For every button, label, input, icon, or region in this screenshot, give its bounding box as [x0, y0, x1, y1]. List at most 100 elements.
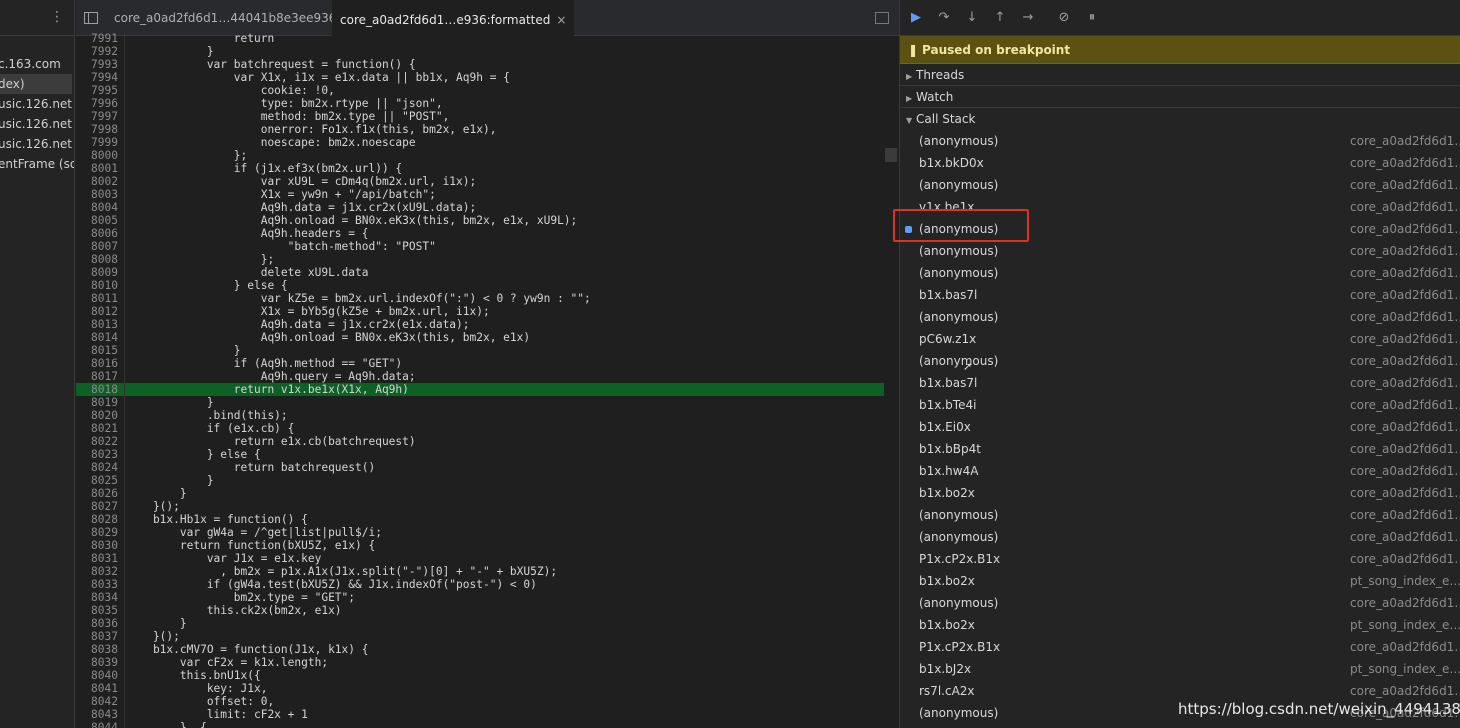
- code-line[interactable]: 8007 "batch-method": "POST": [76, 240, 884, 253]
- call-frame[interactable]: P1x.cP2x.B1x core_a0ad2fd6d1…1: [900, 548, 1460, 570]
- call-frame[interactable]: (anonymous) core_a0ad2fd6d1…0: [900, 526, 1460, 548]
- code-line[interactable]: 8015 }: [76, 344, 884, 357]
- code-line[interactable]: 8036 }: [76, 617, 884, 630]
- frame-location[interactable]: pt_song_index_e…8: [1350, 614, 1460, 636]
- code-line[interactable]: 7998 onerror: Fo1x.f1x(this, bm2x, e1x),: [76, 123, 884, 136]
- code-line[interactable]: 7995 cookie: !0,: [76, 84, 884, 97]
- line-number[interactable]: 8043: [76, 708, 122, 721]
- code-line[interactable]: 8026 }: [76, 487, 884, 500]
- code-line[interactable]: 8006 Aq9h.headers = {: [76, 227, 884, 240]
- close-tab-icon[interactable]: ×: [556, 13, 566, 27]
- code-line[interactable]: 8000 };: [76, 149, 884, 162]
- line-number[interactable]: 8027: [76, 500, 122, 513]
- line-number[interactable]: 8020: [76, 409, 122, 422]
- pause-on-exceptions-icon[interactable]: ⏸: [1084, 10, 1100, 26]
- line-number[interactable]: 8023: [76, 448, 122, 461]
- line-number[interactable]: 8018: [76, 383, 122, 396]
- line-number[interactable]: 8030: [76, 539, 122, 552]
- code-line[interactable]: 8040 this.bnU1x({: [76, 669, 884, 682]
- line-number[interactable]: 8024: [76, 461, 122, 474]
- line-number[interactable]: 8022: [76, 435, 122, 448]
- tab-core-minified[interactable]: core_a0ad2fd6d1…44041b8e3ee936: [106, 0, 344, 36]
- line-number[interactable]: 8006: [76, 227, 122, 240]
- line-number[interactable]: 8012: [76, 305, 122, 318]
- line-number[interactable]: 8013: [76, 318, 122, 331]
- code-line[interactable]: 8025 }: [76, 474, 884, 487]
- code-line[interactable]: 8044 }, {: [76, 721, 884, 728]
- call-frame[interactable]: rs7l.cA2x core_a0ad2fd6d1…1: [900, 680, 1460, 702]
- line-number[interactable]: 8010: [76, 279, 122, 292]
- frame-location[interactable]: core_a0ad2fd6d1…1: [1350, 548, 1460, 570]
- code-line[interactable]: 7991 return: [76, 32, 884, 45]
- line-number[interactable]: 7993: [76, 58, 122, 71]
- call-frame[interactable]: (anonymous) core_a0ad2fd6d1…4: [900, 174, 1460, 196]
- call-frame[interactable]: b1x.bBp4t core_a0ad2fd6d1…1: [900, 438, 1460, 460]
- call-frame[interactable]: b1x.bo2x pt_song_index_e…8: [900, 570, 1460, 592]
- deactivate-breakpoints-icon[interactable]: ⊘: [1056, 10, 1072, 26]
- frame-location[interactable]: core_a0ad2fd6d1…4: [1350, 218, 1460, 240]
- frame-location[interactable]: core_a0ad2fd6d1…1: [1350, 438, 1460, 460]
- call-frame[interactable]: b1x.bas7l core_a0ad2fd6d1…4: [900, 284, 1460, 306]
- call-frame[interactable]: (anonymous) core_a0ad2fd6d1…0: [900, 306, 1460, 328]
- call-frame[interactable]: P1x.cP2x.B1x core_a0ad2fd6d1…1: [900, 636, 1460, 658]
- call-frame[interactable]: b1x.bo2x core_a0ad2fd6d1…1: [900, 482, 1460, 504]
- line-number[interactable]: 8021: [76, 422, 122, 435]
- code-line[interactable]: 7993 var batchrequest = function() {: [76, 58, 884, 71]
- navigator-item[interactable]: entFrame (sor: [0, 154, 74, 174]
- line-number[interactable]: 8008: [76, 253, 122, 266]
- call-frame[interactable]: pC6w.z1x core_a0ad2fd6d1…4: [900, 328, 1460, 350]
- frame-location[interactable]: core_a0ad2fd6d1…4: [1350, 130, 1460, 152]
- navigator-item[interactable]: dex): [0, 74, 72, 94]
- navigator-item[interactable]: usic.126.net: [0, 114, 72, 134]
- toggle-debugger-icon[interactable]: [875, 12, 889, 24]
- tab-core-formatted[interactable]: core_a0ad2fd6d1…e936:formatted ×: [332, 0, 575, 36]
- code-line[interactable]: 8039 var cF2x = k1x.length;: [76, 656, 884, 669]
- frame-location[interactable]: core_a0ad2fd6d1…0: [1350, 526, 1460, 548]
- line-number[interactable]: 8028: [76, 513, 122, 526]
- line-number[interactable]: 8025: [76, 474, 122, 487]
- line-number[interactable]: 8004: [76, 201, 122, 214]
- line-number[interactable]: 8042: [76, 695, 122, 708]
- step-over-icon[interactable]: ↷: [936, 10, 952, 26]
- more-options-icon[interactable]: ⋮: [50, 10, 64, 24]
- line-number[interactable]: 8031: [76, 552, 122, 565]
- call-frame[interactable]: (anonymous) core_a0ad2fd6d1…4: [900, 262, 1460, 284]
- code-line[interactable]: 8043 limit: cF2x + 1: [76, 708, 884, 721]
- code-line[interactable]: 8017 Aq9h.query = Aq9h.data;: [76, 370, 884, 383]
- code-line[interactable]: 8023 } else {: [76, 448, 884, 461]
- code-line[interactable]: 7999 noescape: bm2x.noescape: [76, 136, 884, 149]
- code-line[interactable]: 8034 bm2x.type = "GET";: [76, 591, 884, 604]
- line-number[interactable]: 8014: [76, 331, 122, 344]
- code-line[interactable]: 8038 b1x.cMV7O = function(J1x, k1x) {: [76, 643, 884, 656]
- toggle-navigator-icon[interactable]: [84, 12, 98, 24]
- frame-location[interactable]: core_a0ad2fd6d1…1: [1350, 416, 1460, 438]
- code-line[interactable]: 8042 offset: 0,: [76, 695, 884, 708]
- breakpoint-line[interactable]: 8018 return v1x.be1x(X1x, Aq9h): [76, 383, 884, 396]
- frame-location[interactable]: core_a0ad2fd6d1…4: [1350, 196, 1460, 218]
- line-number[interactable]: 8040: [76, 669, 122, 682]
- code-line[interactable]: 8035 this.ck2x(bm2x, e1x): [76, 604, 884, 617]
- code-line[interactable]: 8032 , bm2x = p1x.A1x(J1x.split("-")[0] …: [76, 565, 884, 578]
- call-frame[interactable]: b1x.bJ2x pt_song_index_e…8: [900, 658, 1460, 680]
- line-number[interactable]: 7991: [76, 32, 122, 45]
- line-number[interactable]: 8039: [76, 656, 122, 669]
- line-number[interactable]: 8017: [76, 370, 122, 383]
- code-line[interactable]: 8033 if (gW4a.test(bXU5Z) && J1x.indexOf…: [76, 578, 884, 591]
- frame-location[interactable]: core_a0ad2fd6d1…4: [1350, 328, 1460, 350]
- line-number[interactable]: 7997: [76, 110, 122, 123]
- line-number[interactable]: 8026: [76, 487, 122, 500]
- line-number[interactable]: 8011: [76, 292, 122, 305]
- code-line[interactable]: 7997 method: bm2x.type || "POST",: [76, 110, 884, 123]
- code-line[interactable]: 8003 X1x = yw9n + "/api/batch";: [76, 188, 884, 201]
- frame-location[interactable]: core_a0ad2fd6d1…1: [1350, 680, 1460, 702]
- line-number[interactable]: 8035: [76, 604, 122, 617]
- frame-location[interactable]: core_a0ad2fd6d1…0: [1350, 592, 1460, 614]
- line-number[interactable]: 8041: [76, 682, 122, 695]
- line-number[interactable]: 7999: [76, 136, 122, 149]
- navigator-item[interactable]: usic.126.net: [0, 134, 72, 154]
- code-line[interactable]: 8012 X1x = bYb5g(kZ5e + bm2x.url, i1x);: [76, 305, 884, 318]
- code-line[interactable]: 8009 delete xU9L.data: [76, 266, 884, 279]
- line-number[interactable]: 8009: [76, 266, 122, 279]
- code-line[interactable]: 8024 return batchrequest(): [76, 461, 884, 474]
- call-frame[interactable]: b1x.bkD0x core_a0ad2fd6d1…4: [900, 152, 1460, 174]
